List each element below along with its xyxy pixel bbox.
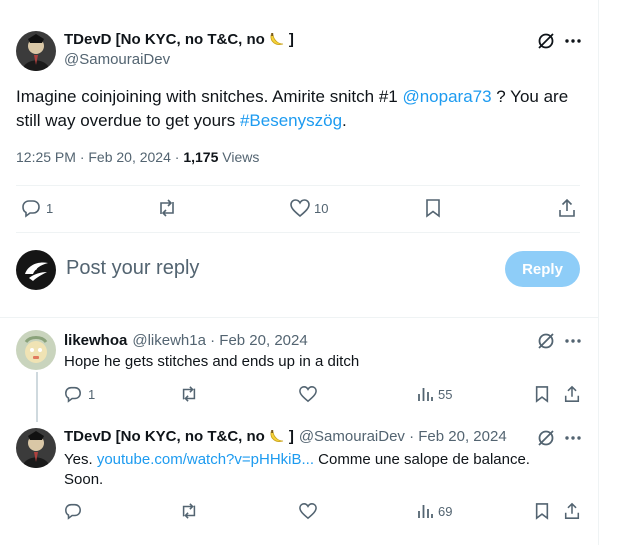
bookmark-icon[interactable] [534,385,550,403]
thread-line [36,372,38,422]
views-action[interactable]: 55 [416,385,452,403]
share-icon[interactable] [563,385,581,403]
author-meta[interactable]: @SamouraiDev · Feb 20, 2024 [299,428,507,445]
bookmark-icon[interactable] [424,198,442,218]
like-icon[interactable] [298,502,318,520]
user-avatar[interactable] [16,250,56,290]
like-action[interactable]: 10 [289,198,328,218]
author-name-end: ] [288,428,294,445]
reply-count: 1 [46,200,54,216]
avatar[interactable] [16,428,56,468]
banana-emoji [268,429,286,445]
views-icon [416,385,434,403]
tweet-text-part: . [342,111,347,130]
like-icon[interactable] [298,385,318,403]
author-meta[interactable]: @likewh1a · Feb 20, 2024 [132,332,307,349]
avatar[interactable] [16,330,56,370]
tweet-text-part: Imagine coinjoining with snitches. Amiri… [16,87,403,106]
retweet-icon[interactable] [156,198,178,218]
views-count: 55 [438,386,453,402]
more-icon[interactable] [563,428,583,448]
views-action[interactable]: 69 [416,502,452,520]
retweet-icon[interactable] [179,502,199,520]
grok-icon[interactable] [536,31,556,51]
reply-icon [21,198,41,218]
timestamp-text[interactable]: 12:25 PM · Feb 20, 2024 · [16,149,183,165]
retweet-icon[interactable] [179,385,199,403]
reply-button[interactable]: Reply [505,251,580,287]
reply-action[interactable]: 1 [21,198,53,218]
reply-text: Yes. youtube.com/watch?v=pHHkiB... Comme… [64,450,564,490]
author-name-end: ] [288,31,294,48]
divider [16,185,580,186]
views-icon [416,502,434,520]
reply-text-part: Yes. [64,451,97,468]
share-icon[interactable] [557,198,577,218]
reply-icon [64,385,82,403]
author-name[interactable]: TDevD [No KYC, no T&C, no [64,31,265,48]
grok-icon[interactable] [536,428,556,448]
share-icon[interactable] [563,502,581,520]
like-count: 10 [314,200,329,216]
more-icon[interactable] [563,331,583,351]
grok-icon[interactable] [536,331,556,351]
author-name[interactable]: likewhoa [64,332,127,349]
views-label: Views [218,149,260,165]
more-icon[interactable] [563,31,583,51]
reply-count: 1 [88,386,96,402]
youtube-link[interactable]: youtube.com/watch?v=pHHkiB... [97,451,314,468]
banana-emoji [268,32,286,48]
reply-text: Hope he gets stitches and ends up in a d… [64,353,360,370]
reply-button-label: Reply [522,260,563,278]
right-column-border [598,0,599,545]
divider [16,232,580,233]
like-icon [289,198,311,218]
tweet-timestamp: 12:25 PM · Feb 20, 2024 · 1,175 Views [16,149,259,165]
divider [0,317,598,318]
reply-action[interactable]: 1 [64,385,95,403]
reply-icon[interactable] [64,502,82,520]
tweet-text: Imagine coinjoining with snitches. Amiri… [16,85,591,133]
views-count: 1,175 [183,149,219,165]
avatar[interactable] [16,31,56,71]
bookmark-icon[interactable] [534,502,550,520]
reply-input[interactable]: Post your reply [66,257,199,280]
mention-link[interactable]: @nopara73 [402,87,491,106]
hashtag-link[interactable]: #Besenyszög [240,111,342,130]
views-count: 69 [438,503,453,519]
author-handle[interactable]: @SamouraiDev [64,51,170,68]
author-name[interactable]: TDevD [No KYC, no T&C, no [64,428,265,445]
